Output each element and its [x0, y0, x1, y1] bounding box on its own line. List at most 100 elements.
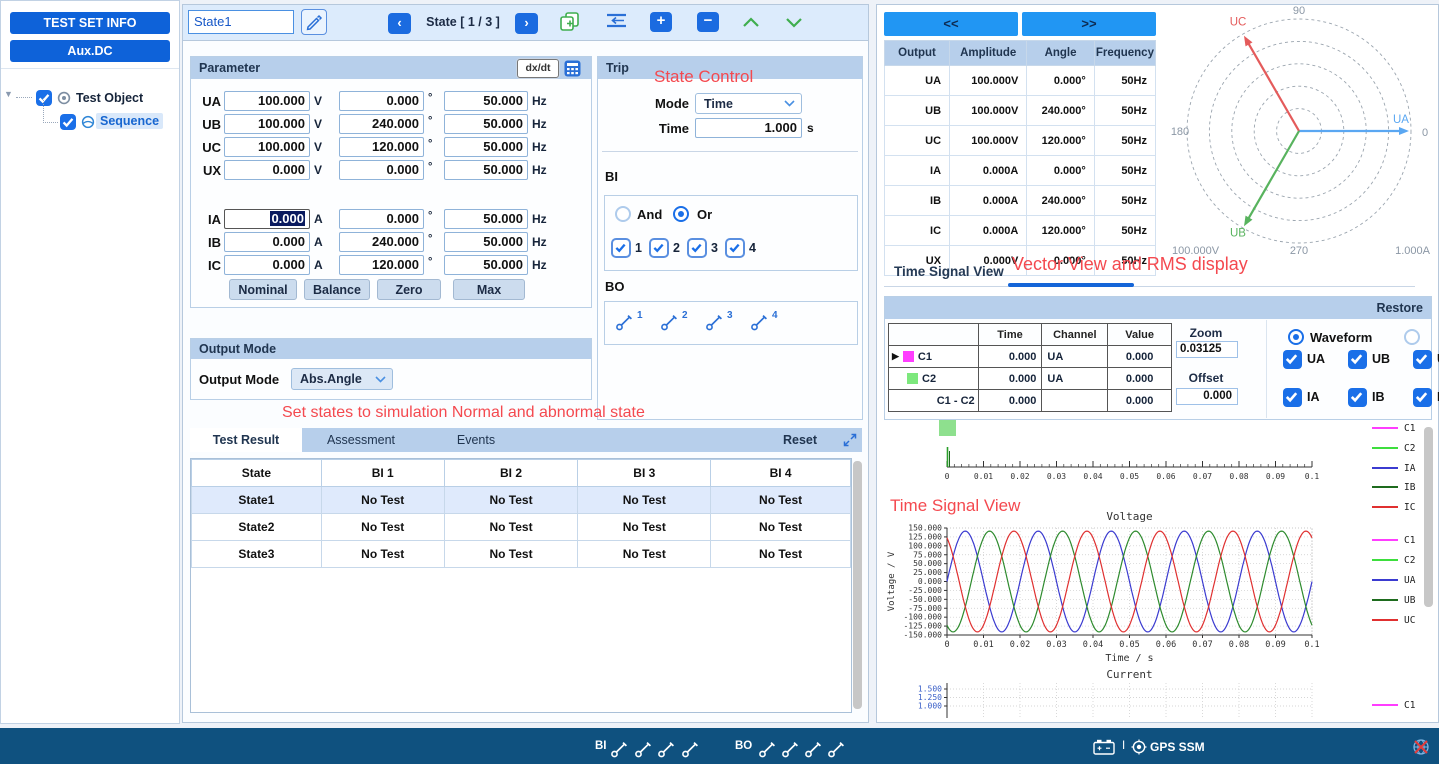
zoom-input[interactable]: 0.03125	[1176, 341, 1238, 358]
param-value-UC[interactable]: 100.000	[224, 137, 310, 157]
param-angle-IB[interactable]: 240.000	[339, 232, 424, 252]
waveform-radio[interactable]	[1288, 329, 1304, 345]
param-value-UB[interactable]: 100.000	[224, 114, 310, 134]
cursor-handle[interactable]	[939, 420, 956, 436]
param-freq-IC[interactable]: 50.000	[444, 255, 528, 275]
test-set-info-button[interactable]: TEST SET INFO	[10, 12, 170, 34]
trip-mode-select[interactable]: Time	[695, 93, 802, 114]
legend-entry-C2: C2	[1372, 441, 1415, 455]
bo-switch-1[interactable]	[615, 314, 635, 331]
current-checkbox-IA[interactable]	[1283, 388, 1302, 407]
rms-row-UC[interactable]: UC100.000V120.000°50Hz	[885, 126, 1156, 156]
rms-row-IC[interactable]: IC0.000A120.000°50Hz	[885, 216, 1156, 246]
param-freq-UA[interactable]: 50.000	[444, 91, 528, 111]
rms-prev-button[interactable]: <<	[884, 12, 1018, 36]
voltage-checkbox-UA[interactable]	[1283, 350, 1302, 369]
param-value-UA[interactable]: 100.000	[224, 91, 310, 111]
remove-state-button[interactable]: −	[697, 12, 719, 32]
result-cell: No Test	[711, 541, 851, 568]
bo-switch-label-4: 4	[772, 310, 778, 321]
result-row-State3[interactable]: State3No TestNo TestNo TestNo Test	[192, 541, 851, 568]
svg-text:Time / s: Time / s	[1105, 653, 1153, 664]
param-value-IC[interactable]: 0.000	[224, 255, 310, 275]
param-value-UX[interactable]: 0.000	[224, 160, 310, 180]
param-angle-UB[interactable]: 240.000	[339, 114, 424, 134]
tab-assessment[interactable]: Assessment	[302, 428, 420, 452]
param-value-IB[interactable]: 0.000	[224, 232, 310, 252]
bi-or-label: Or	[697, 207, 712, 222]
expand-icon[interactable]	[842, 432, 858, 448]
cursor-row-C1-C2[interactable]: C1 - C20.0000.000	[889, 390, 1172, 412]
nominal-button[interactable]: Nominal	[229, 279, 297, 300]
right-panel-scrollbar[interactable]	[1424, 427, 1433, 607]
bi-checkbox-3[interactable]	[687, 238, 707, 258]
param-angle-UA[interactable]: 0.000	[339, 91, 424, 111]
result-cell: No Test	[321, 487, 444, 514]
result-row-State2[interactable]: State2No TestNo TestNo TestNo Test	[192, 514, 851, 541]
result-cell: No Test	[578, 541, 711, 568]
param-angle-IA[interactable]: 0.000	[339, 209, 424, 229]
zero-button[interactable]: Zero	[377, 279, 441, 300]
next-state-button[interactable]: ›	[515, 13, 538, 34]
output-mode-select[interactable]: Abs.Angle	[291, 368, 393, 390]
rms-row-UB[interactable]: UB100.000V240.000°50Hz	[885, 96, 1156, 126]
chevron-down-icon	[784, 100, 795, 107]
max-button[interactable]: Max	[453, 279, 525, 300]
param-freq-UX[interactable]: 50.000	[444, 160, 528, 180]
move-down-button[interactable]	[784, 15, 804, 29]
copy-state-button[interactable]	[558, 10, 582, 34]
bo-switch-4[interactable]	[750, 314, 770, 331]
network-disconnected-icon[interactable]	[1412, 738, 1430, 756]
previous-state-button[interactable]: ‹	[388, 13, 411, 34]
voltage-checkbox-UB[interactable]	[1348, 350, 1367, 369]
tree-checkbox-sequence[interactable]	[60, 114, 76, 130]
rms-row-IA[interactable]: IA0.000A0.000°50Hz	[885, 156, 1156, 186]
add-state-button[interactable]: +	[650, 12, 672, 32]
state-name-input[interactable]: State1	[188, 10, 294, 34]
display-mode-radio-2[interactable]	[1404, 329, 1420, 345]
bi-checkbox-4[interactable]	[725, 238, 745, 258]
rms-next-button[interactable]: >>	[1022, 12, 1156, 36]
param-angle-UC[interactable]: 120.000	[339, 137, 424, 157]
bi-or-radio[interactable]	[673, 206, 689, 222]
param-freq-IA[interactable]: 50.000	[444, 209, 528, 229]
bo-switch-2[interactable]	[660, 314, 680, 331]
tree-collapse-arrow[interactable]: ▼	[4, 89, 14, 99]
dxdt-button[interactable]: dx/dt	[517, 59, 559, 78]
bi-checkbox-1[interactable]	[611, 238, 631, 258]
calculator-icon[interactable]	[563, 59, 582, 78]
tree-item-sequence[interactable]: Sequence	[96, 113, 163, 129]
voltage-checkbox-UC[interactable]	[1413, 350, 1432, 369]
move-up-button[interactable]	[741, 15, 761, 29]
param-value-IA[interactable]: 0.000	[224, 209, 310, 229]
insert-state-button[interactable]	[604, 12, 630, 30]
param-freq-UC[interactable]: 50.000	[444, 137, 528, 157]
aux-dc-button[interactable]: Aux.DC	[10, 40, 170, 62]
tab-events[interactable]: Events	[420, 428, 532, 452]
cursor-row-C2[interactable]: C20.000UA0.000	[889, 368, 1172, 390]
result-row-State1[interactable]: State1No TestNo TestNo TestNo Test	[192, 487, 851, 514]
cursor-row-C1[interactable]: ▶C10.000UA0.000	[889, 346, 1172, 368]
rms-row-IB[interactable]: IB0.000A240.000°50Hz	[885, 186, 1156, 216]
param-angle-IC[interactable]: 120.000	[339, 255, 424, 275]
current-checkbox-IB[interactable]	[1348, 388, 1367, 407]
reset-button[interactable]: Reset	[770, 428, 830, 452]
param-freq-UB[interactable]: 50.000	[444, 114, 528, 134]
current-checkbox-IC[interactable]	[1413, 388, 1432, 407]
result-scrollbar[interactable]	[853, 461, 862, 709]
bi-and-radio[interactable]	[615, 206, 631, 222]
param-freq-IB[interactable]: 50.000	[444, 232, 528, 252]
param-angle-UX[interactable]: 0.000	[339, 160, 424, 180]
rms-row-UA[interactable]: UA100.000V0.000°50Hz	[885, 66, 1156, 96]
rename-state-button[interactable]	[301, 9, 327, 35]
param-label-IC: IC	[193, 258, 221, 273]
bo-switch-3[interactable]	[705, 314, 725, 331]
bi-checkbox-2[interactable]	[649, 238, 669, 258]
trip-time-input[interactable]: 1.000	[695, 118, 802, 138]
tab-time-signal-view[interactable]: Time Signal View	[894, 264, 1004, 279]
balance-button[interactable]: Balance	[304, 279, 370, 300]
tree-item-test-object[interactable]: Test Object	[76, 91, 143, 105]
offset-input[interactable]: 0.000	[1176, 388, 1238, 405]
restore-button[interactable]: Restore	[885, 297, 1431, 319]
tab-test-result[interactable]: Test Result	[190, 428, 302, 452]
